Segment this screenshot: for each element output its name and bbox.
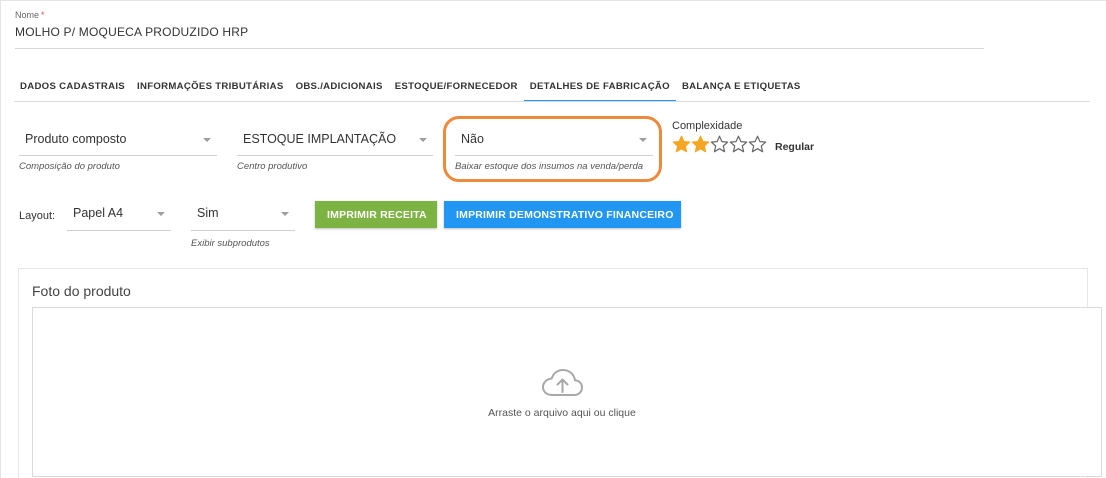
complexidade-value: Regular: [775, 141, 815, 153]
tab-balanca-etiquetas[interactable]: BALANÇA E ETIQUETAS: [676, 72, 807, 102]
tab-estoque-fornecedor[interactable]: ESTOQUE/FORNECEDOR: [389, 72, 524, 102]
cloud-upload-icon: [542, 369, 583, 396]
highlight-annotation: [443, 116, 662, 182]
star-filled-icon[interactable]: [672, 135, 691, 153]
star-empty-icon[interactable]: [748, 135, 767, 153]
exibir-subprodutos-value: Sim: [197, 206, 219, 220]
imprimir-demonstrativo-button[interactable]: IMPRIMIR DEMONSTRATIVO FINANCEIRO: [444, 201, 681, 228]
centro-produtivo-hint: Centro produtivo: [237, 161, 308, 172]
exibir-subprodutos-select[interactable]: Sim: [191, 201, 295, 231]
chevron-down-icon: [203, 138, 211, 142]
chevron-down-icon: [157, 212, 165, 216]
star-empty-icon[interactable]: [729, 135, 748, 153]
tab-informacoes-tributarias[interactable]: INFORMAÇÕES TRIBUTÁRIAS: [131, 72, 290, 102]
foto-panel-title: Foto do produto: [32, 283, 131, 299]
tab-detalhes-fabricacao[interactable]: DETALHES DE FABRICAÇÃO: [523, 72, 676, 102]
star-filled-icon[interactable]: [691, 135, 710, 153]
chevron-down-icon: [419, 138, 427, 142]
tab-dados-cadastrais[interactable]: DADOS CADASTRAIS: [14, 72, 131, 102]
composicao-select[interactable]: Produto composto: [19, 126, 217, 156]
centro-produtivo-value: ESTOQUE IMPLANTAÇÃO: [243, 132, 397, 146]
tabs-divider: [14, 101, 1090, 102]
composicao-value: Produto composto: [25, 132, 127, 146]
nome-input[interactable]: MOLHO P/ MOQUECA PRODUZIDO HRP: [15, 25, 248, 39]
complexidade-rating[interactable]: [672, 135, 767, 153]
layout-label: Layout:: [19, 210, 56, 222]
required-mark: *: [41, 10, 45, 20]
tab-obs-adicionais[interactable]: OBS./ADICIONAIS: [290, 72, 389, 102]
complexidade-label: Complexidade: [672, 120, 743, 132]
imprimir-receita-button[interactable]: IMPRIMIR RECEITA: [315, 201, 437, 228]
nome-underline: [15, 48, 984, 49]
chevron-down-icon: [281, 212, 289, 216]
nome-label: Nome *: [15, 10, 45, 20]
layout-papel-value: Papel A4: [73, 206, 124, 220]
composicao-hint: Composição do produto: [19, 161, 120, 172]
tab-bar: DADOS CADASTRAIS INFORMAÇÕES TRIBUTÁRIAS…: [14, 72, 807, 102]
exibir-subprodutos-hint: Exibir subprodutos: [191, 238, 270, 249]
layout-papel-select[interactable]: Papel A4: [67, 201, 171, 231]
star-empty-icon[interactable]: [710, 135, 729, 153]
dropzone-text: Arraste o arquivo aqui ou clique: [488, 407, 636, 419]
centro-produtivo-select[interactable]: ESTOQUE IMPLANTAÇÃO: [237, 126, 433, 156]
